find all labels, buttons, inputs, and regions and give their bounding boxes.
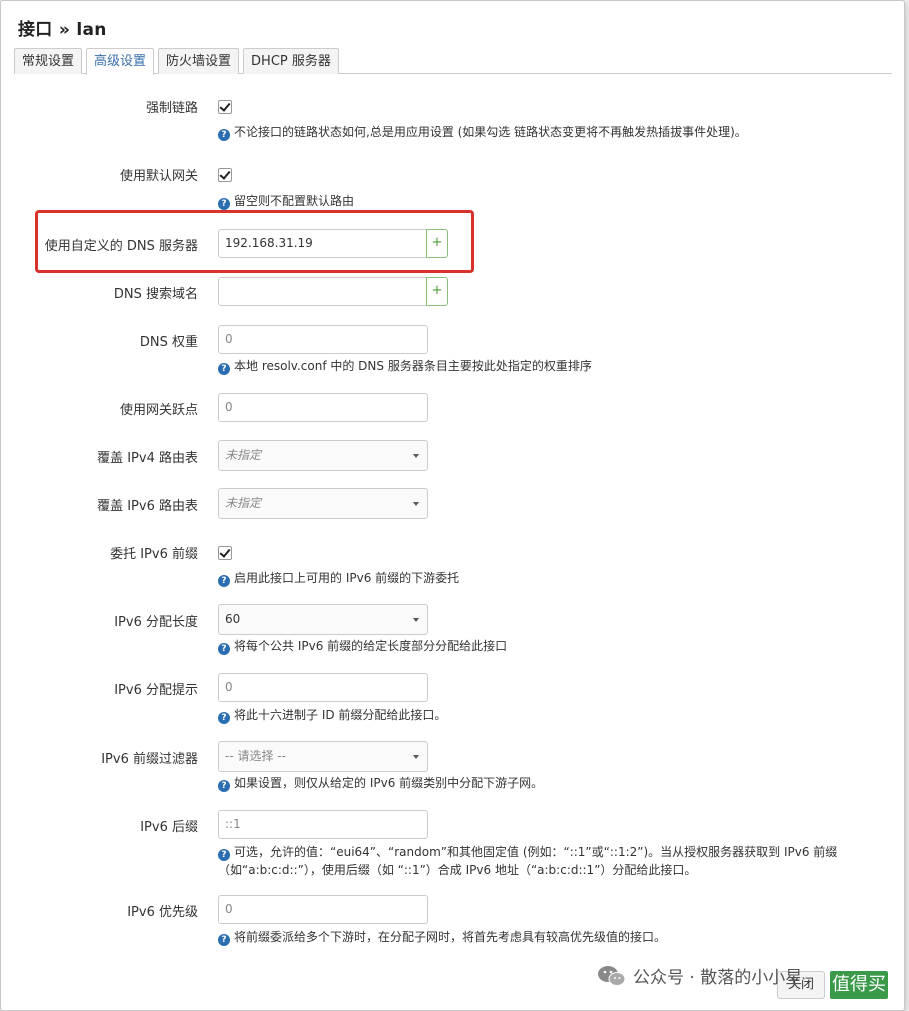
- help-icon: ?: [218, 129, 230, 141]
- modal-title: 接口 » lan: [18, 20, 107, 40]
- help-icon: ?: [218, 712, 230, 724]
- dns-search-input[interactable]: [218, 277, 427, 306]
- delegate-checkbox[interactable]: [218, 546, 232, 560]
- dns-weight-label: DNS 权重: [139, 335, 198, 350]
- dns-weight-input[interactable]: 0: [218, 325, 428, 354]
- ipv4-table-select[interactable]: 未指定: [218, 440, 428, 471]
- tab-firewall[interactable]: 防火墙设置: [158, 48, 240, 74]
- custom-dns-label: 使用自定义的 DNS 服务器: [44, 239, 198, 254]
- interface-modal: 接口 » lan 常规设置 高级设置 防火墙设置 DHCP 服务器 强制链路 ?…: [0, 0, 905, 1011]
- ipv6-table-select[interactable]: 未指定: [218, 488, 428, 519]
- ip6suffix-input[interactable]: ::1: [218, 810, 428, 839]
- delegate-help: ? 启用此接口上可用的 IPv6 前缀的下游委托: [218, 570, 459, 587]
- force-link-label: 强制链路: [145, 101, 198, 116]
- ip6class-help: ? 如果设置，则仅从给定的 IPv6 前缀类别中分配下游子网。: [218, 775, 543, 792]
- ip6hint-help: ? 将此十六进制子 ID 前缀分配给此接口。: [218, 707, 446, 724]
- caret-down-icon: [413, 502, 419, 506]
- ipv4-table-label: 覆盖 IPv4 路由表: [97, 451, 198, 466]
- caret-down-icon: [413, 618, 419, 622]
- brand-badge: 值得买: [830, 971, 888, 999]
- ip6assign-label: IPv6 分配长度: [114, 615, 198, 630]
- custom-dns-add-button[interactable]: +: [426, 229, 448, 258]
- tab-dhcp[interactable]: DHCP 服务器: [243, 48, 339, 74]
- help-icon: ?: [218, 780, 230, 792]
- ip6suffix-label: IPv6 后缀: [140, 820, 198, 835]
- ip6weight-help: ? 将前缀委派给多个下游时，在分配子网时，将首先考虑具有较高优先级值的接口。: [218, 929, 666, 946]
- help-icon: ?: [218, 934, 230, 946]
- help-icon: ?: [218, 849, 230, 861]
- tab-bar: 常规设置 高级设置 防火墙设置 DHCP 服务器: [14, 48, 892, 75]
- dns-search-label: DNS 搜索域名: [113, 287, 198, 302]
- tab-general[interactable]: 常规设置: [14, 48, 83, 74]
- default-gateway-checkbox[interactable]: [218, 168, 232, 182]
- caret-down-icon: [413, 454, 419, 458]
- default-gateway-label: 使用默认网关: [119, 169, 198, 184]
- gateway-metric-label: 使用网关跃点: [119, 403, 198, 418]
- ip6suffix-help: ? 可选，允许的值：“eui64”、“random”和其他固定值 (例如：“::1…: [218, 845, 838, 877]
- wechat-icon: [598, 966, 626, 986]
- default-gateway-help: ? 留空则不配置默认路由: [218, 193, 354, 210]
- ip6assign-help: ? 将每个公共 IPv6 前缀的给定长度部分分配给此接口: [218, 638, 507, 655]
- wechat-watermark: 公众号 · 散落的小小星: [597, 963, 802, 988]
- ip6assign-select[interactable]: 60: [218, 604, 428, 635]
- delegate-label: 委托 IPv6 前缀: [110, 547, 198, 562]
- ipv6-table-label: 覆盖 IPv6 路由表: [97, 499, 198, 514]
- ip6class-select[interactable]: -- 请选择 --: [218, 741, 428, 772]
- dns-search-add-button[interactable]: +: [426, 277, 448, 306]
- ip6hint-label: IPv6 分配提示: [114, 683, 198, 698]
- help-icon: ?: [218, 363, 230, 375]
- ip6class-label: IPv6 前缀过滤器: [101, 752, 198, 767]
- custom-dns-input[interactable]: 192.168.31.19: [218, 229, 427, 258]
- ip6weight-input[interactable]: 0: [218, 895, 428, 924]
- force-link-checkbox[interactable]: [218, 100, 232, 114]
- force-link-help: ? 不论接口的链路状态如何,总是用应用设置 (如果勾选 链路状态变更将不再触发热插…: [218, 124, 747, 141]
- help-icon: ?: [218, 198, 230, 210]
- help-icon: ?: [218, 643, 230, 655]
- caret-down-icon: [413, 755, 419, 759]
- tab-advanced[interactable]: 高级设置: [86, 48, 155, 75]
- ip6weight-label: IPv6 优先级: [127, 905, 198, 920]
- ip6hint-input[interactable]: 0: [218, 673, 428, 702]
- gateway-metric-input[interactable]: 0: [218, 393, 428, 422]
- help-icon: ?: [218, 575, 230, 587]
- dns-weight-help: ? 本地 resolv.conf 中的 DNS 服务器条目主要按此处指定的权重排序: [218, 358, 592, 375]
